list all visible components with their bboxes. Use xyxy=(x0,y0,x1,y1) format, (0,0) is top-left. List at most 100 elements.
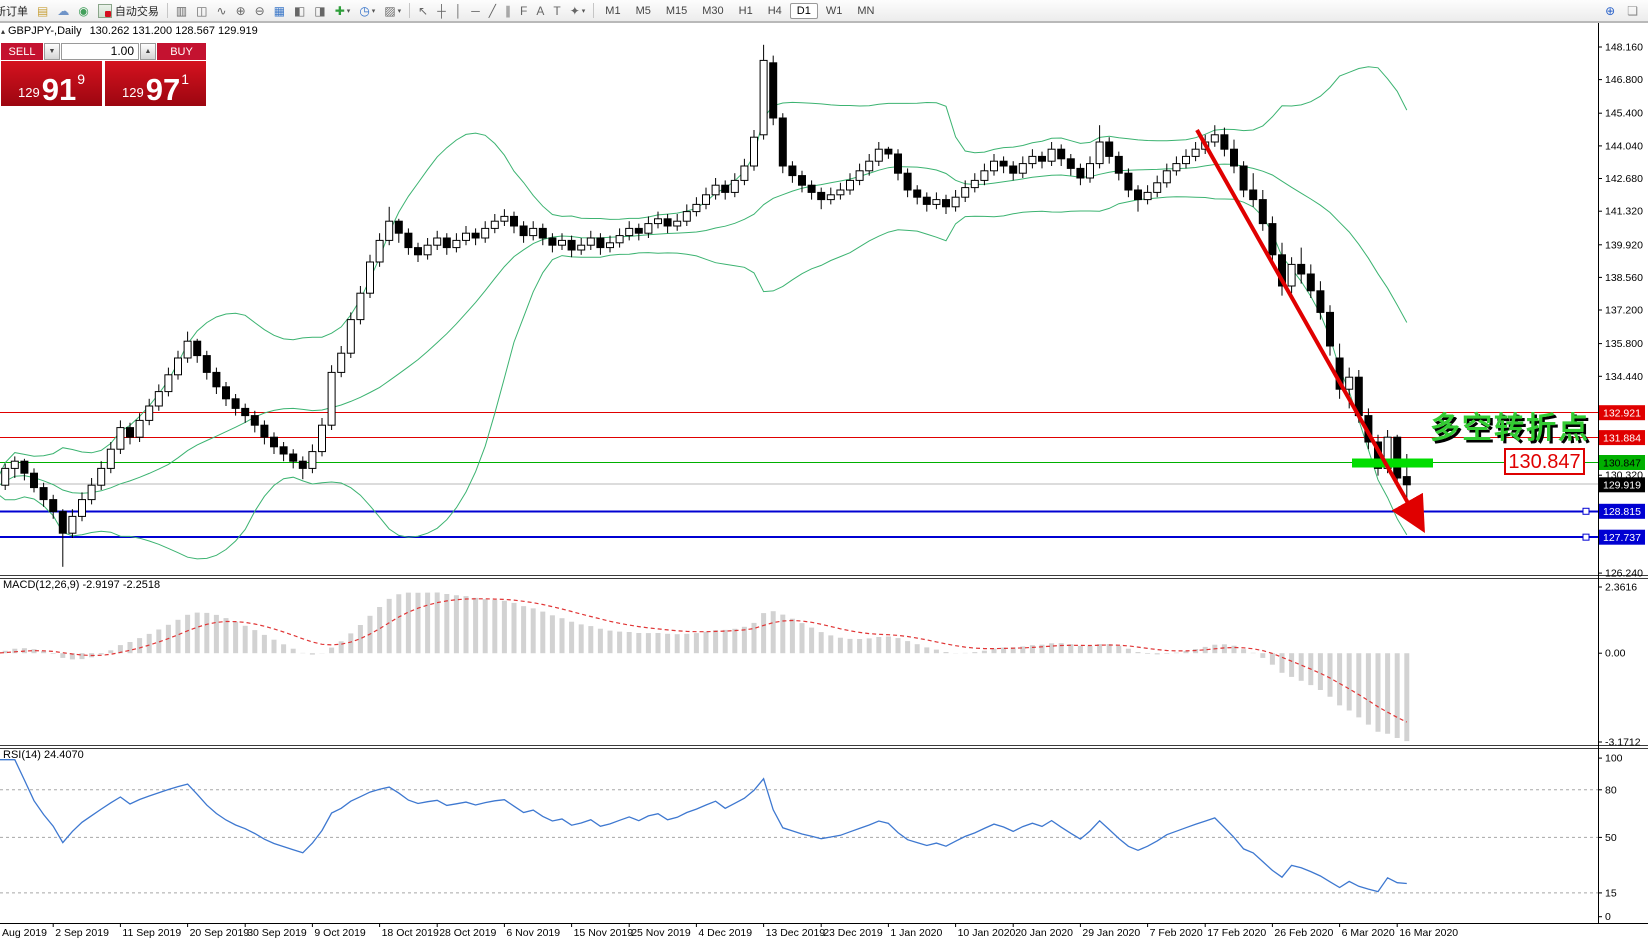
shapes-icon[interactable]: ✦▾ xyxy=(566,1,590,20)
volume-input[interactable]: 1.00 xyxy=(61,43,139,60)
timeframe-h4[interactable]: H4 xyxy=(761,3,789,19)
price-chip-label: 131.884 xyxy=(1603,432,1641,444)
price-tick-label: 148.160 xyxy=(1605,42,1643,54)
line-handle[interactable] xyxy=(1583,508,1589,514)
macd-tick-label: 0.00 xyxy=(1605,648,1626,660)
history-icon[interactable]: ▤ xyxy=(33,1,52,20)
time-tick-label: 6 Nov 2019 xyxy=(506,927,560,939)
chat-icon[interactable]: ❏ xyxy=(1623,1,1642,20)
buy-button[interactable]: BUY xyxy=(157,43,206,60)
macd-tick-label: 2.3616 xyxy=(1605,582,1637,594)
timeframe-m15[interactable]: M15 xyxy=(659,3,694,19)
periods-icon[interactable]: ◷▾ xyxy=(355,1,379,20)
buy-price-base: 129 xyxy=(122,85,144,100)
market-watch-icon[interactable]: ☁ xyxy=(53,1,73,20)
toolbar: 新订单 ▤☁◉ 自动交易 ▥◫∿⊕⊖▦◧◨✚▾◷▾▨▾ ↖┼│─╱∥FAT✦▾ … xyxy=(0,0,1648,23)
auto-trading-button[interactable]: 自动交易 xyxy=(94,1,163,20)
timeframe-m1[interactable]: M1 xyxy=(598,3,627,19)
price-chip-label: 129.919 xyxy=(1603,480,1641,492)
rsi-tick-label: 50 xyxy=(1605,832,1617,844)
time-tick-label: 16 Mar 2020 xyxy=(1399,927,1458,939)
price-tick-label: 144.040 xyxy=(1605,140,1643,152)
highlight-bar[interactable] xyxy=(1352,459,1433,468)
sell-button[interactable]: SELL xyxy=(1,43,43,60)
buy-price-panel[interactable]: 129 97 1 xyxy=(105,61,206,106)
volume-increase-button[interactable]: ▲ xyxy=(140,43,156,60)
trendline-icon[interactable]: ╱ xyxy=(485,1,500,20)
one-click-trading-panel: SELL ▼ 1.00 ▲ BUY 129 91 9 129 97 1 xyxy=(1,43,206,106)
bar-chart-icon[interactable]: ▥ xyxy=(172,1,191,20)
price-chip-label: 130.847 xyxy=(1603,457,1641,469)
zoom-in-icon[interactable]: ⊕ xyxy=(232,1,250,20)
indicators-icon[interactable]: ✚▾ xyxy=(331,1,355,20)
line-handle[interactable] xyxy=(1583,534,1589,540)
timeframe-h1[interactable]: H1 xyxy=(732,3,760,19)
symbol-period-label: GBPJPY-,Daily xyxy=(8,25,82,37)
new-order-button[interactable]: 新订单 xyxy=(0,1,32,20)
volume-decrease-button[interactable]: ▼ xyxy=(44,43,60,60)
price-tick-label: 145.400 xyxy=(1605,108,1643,120)
time-tick-label: 17 Feb 2020 xyxy=(1207,927,1266,939)
time-tick-label: 2 Sep 2019 xyxy=(55,927,109,939)
price-tick-label: 137.200 xyxy=(1605,305,1643,317)
time-tick-label: 25 Nov 2019 xyxy=(631,927,691,939)
templates-icon[interactable]: ▨▾ xyxy=(380,1,405,20)
timeframe-m30[interactable]: M30 xyxy=(695,3,730,19)
price-callout-text: 130.847 xyxy=(1508,451,1580,473)
time-tick-label: 4 Dec 2019 xyxy=(698,927,752,939)
vertical-line-icon[interactable]: │ xyxy=(451,1,467,20)
price-tick-label: 134.440 xyxy=(1605,371,1643,383)
price-tick-label: 142.680 xyxy=(1605,173,1643,185)
price-chip-label: 127.737 xyxy=(1603,532,1641,544)
line-chart-icon[interactable]: ∿ xyxy=(213,1,231,20)
horizontal-line-icon[interactable]: ─ xyxy=(467,1,484,20)
time-tick-label: 30 Sep 2019 xyxy=(247,927,307,939)
fibonacci-icon[interactable]: F xyxy=(516,1,531,20)
timeframe-mn[interactable]: MN xyxy=(850,3,881,19)
rsi-tick-label: 100 xyxy=(1605,753,1623,765)
auto-trading-icon xyxy=(98,4,112,18)
rsi-tick-label: 80 xyxy=(1605,784,1617,796)
text-label-icon[interactable]: T xyxy=(549,1,564,20)
rsi-tick-label: 15 xyxy=(1605,887,1617,899)
new-chart-icon[interactable]: ◧ xyxy=(290,1,309,20)
buy-price-main: 97 xyxy=(146,77,180,103)
channel-icon[interactable]: ∥ xyxy=(501,1,515,20)
chart-canvas[interactable]: 多空转折点多空转折点130.847148.160146.800145.40014… xyxy=(0,0,1648,940)
timeframe-d1[interactable]: D1 xyxy=(790,3,818,19)
time-tick-label: 11 Sep 2019 xyxy=(122,927,181,939)
candlestick-chart-icon[interactable]: ◫ xyxy=(192,1,211,20)
time-tick-label: 15 Nov 2019 xyxy=(574,927,634,939)
time-tick-label: 20 Sep 2019 xyxy=(190,927,250,939)
price-tick-label: 139.920 xyxy=(1605,239,1643,251)
one-click-toggle-icon[interactable]: ▴ xyxy=(1,27,5,36)
price-tick-label: 126.240 xyxy=(1605,568,1643,580)
cursor-icon[interactable]: ↖ xyxy=(414,1,432,20)
time-tick-label: 23 Dec 2019 xyxy=(823,927,883,939)
time-tick-label: 13 Dec 2019 xyxy=(766,927,826,939)
time-tick-label: 29 Jan 2020 xyxy=(1082,927,1140,939)
chart-shift-icon[interactable]: ◨ xyxy=(310,1,329,20)
time-tick-label: 18 Oct 2019 xyxy=(382,927,439,939)
price-chip-label: 132.921 xyxy=(1603,408,1641,420)
signals-icon[interactable]: ◉ xyxy=(74,1,92,20)
time-tick-label: 9 Oct 2019 xyxy=(314,927,366,939)
rsi-tick-label: 0 xyxy=(1605,911,1611,923)
text-icon[interactable]: A xyxy=(532,1,548,20)
crosshair-icon[interactable]: ┼ xyxy=(433,1,450,20)
macd-indicator-label: MACD(12,26,9) -2.9197 -2.2518 xyxy=(3,579,160,591)
time-tick-label: 22 Aug 2019 xyxy=(0,927,47,939)
sell-price-panel[interactable]: 129 91 9 xyxy=(1,61,102,106)
zoom-out-icon[interactable]: ⊖ xyxy=(251,1,269,20)
timeframe-w1[interactable]: W1 xyxy=(819,3,850,19)
price-tick-label: 146.800 xyxy=(1605,74,1643,86)
time-tick-label: 7 Feb 2020 xyxy=(1150,927,1203,939)
tile-windows-icon[interactable]: ▦ xyxy=(270,1,289,20)
search-icon[interactable]: ⊕ xyxy=(1601,1,1619,20)
buy-price-pip: 1 xyxy=(181,71,189,87)
price-tick-label: 141.320 xyxy=(1605,206,1643,218)
macd-tick-label: -3.1712 xyxy=(1605,737,1641,749)
annotation-text[interactable]: 多空转折点 xyxy=(1430,412,1590,445)
timeframe-m5[interactable]: M5 xyxy=(629,3,658,19)
time-tick-label: 28 Oct 2019 xyxy=(439,927,496,939)
